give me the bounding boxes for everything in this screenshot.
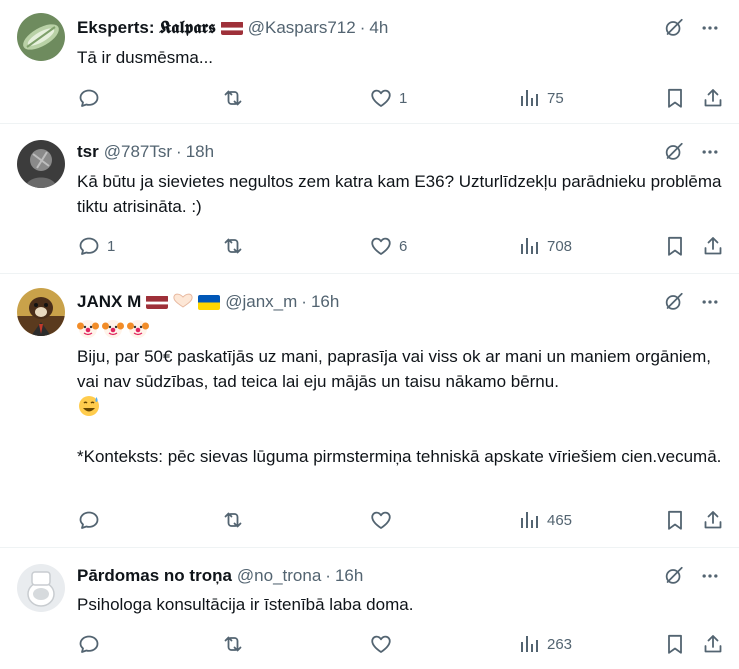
share-button[interactable] xyxy=(701,86,725,110)
tweet[interactable]: Pārdomas no troņa @no_trona · 16h Psihol… xyxy=(0,548,739,669)
bookmark-button[interactable] xyxy=(663,508,687,532)
tweet-header: Eksperts: 𝕶𝖆𝖑𝖕𝖆𝖗𝖘 @Kaspars712 · 4h xyxy=(77,16,388,40)
reply-button[interactable] xyxy=(77,632,107,656)
more-icon[interactable] xyxy=(697,563,723,589)
like-button[interactable]: 6 xyxy=(369,234,407,258)
view-count: 263 xyxy=(547,635,573,653)
display-name[interactable]: tsr xyxy=(77,142,99,162)
tweet-header: tsr @787Tsr · 18h xyxy=(77,140,214,164)
bookmark-button[interactable] xyxy=(663,86,687,110)
like-button[interactable] xyxy=(369,508,399,532)
sweat-smile-emoji-icon xyxy=(77,394,727,420)
tweet-header: Pārdomas no troņa @no_trona · 16h xyxy=(77,564,363,588)
tweet-text: Kā būtu ja sievietes negultos zem katra … xyxy=(77,172,722,216)
avatar[interactable] xyxy=(17,288,65,336)
grok-icon[interactable] xyxy=(661,563,687,589)
avatar[interactable] xyxy=(17,140,65,188)
clown-emoji-row xyxy=(77,317,727,339)
like-button[interactable] xyxy=(369,632,399,656)
handle[interactable]: @Kaspars712 xyxy=(248,18,356,38)
handle[interactable]: @no_trona xyxy=(237,566,321,586)
bookmark-button[interactable] xyxy=(663,234,687,258)
views-button[interactable]: 75 xyxy=(517,86,564,110)
clown-emoji-icon xyxy=(102,320,124,338)
view-count: 465 xyxy=(547,511,573,529)
separator-dot: · xyxy=(176,142,182,161)
heart-hands-icon xyxy=(172,292,194,313)
tweet-text: Psihologa konsultācija ir īstenībā laba … xyxy=(77,595,414,614)
bookmark-button[interactable] xyxy=(663,632,687,656)
handle[interactable]: @janx_m xyxy=(225,292,297,312)
more-icon[interactable] xyxy=(697,15,723,41)
more-icon[interactable] xyxy=(697,289,723,315)
share-button[interactable] xyxy=(701,632,725,656)
views-button[interactable]: 263 xyxy=(517,632,572,656)
tweet-paragraph: *Konteksts: pēc sievas lūguma pirmstermi… xyxy=(77,447,722,466)
retweet-button[interactable] xyxy=(221,632,251,656)
separator-dot: · xyxy=(325,566,331,585)
grok-icon[interactable] xyxy=(661,15,687,41)
display-name[interactable]: Eksperts: 𝕶𝖆𝖑𝖕𝖆𝖗𝖘 xyxy=(77,18,216,38)
tweet-text: Biju, par 50€ paskatījās uz mani, papras… xyxy=(77,317,727,469)
latvia-flag-icon xyxy=(146,295,169,309)
tweet-feed: Eksperts: 𝕶𝖆𝖑𝖕𝖆𝖗𝖘 @Kaspars712 · 4h Tā ir… xyxy=(0,0,739,669)
tweet-header: JANX M @janx_m · 16h xyxy=(77,290,339,314)
timestamp[interactable]: 4h xyxy=(369,18,388,38)
avatar[interactable] xyxy=(17,13,65,61)
clown-emoji-icon xyxy=(77,320,99,338)
view-count: 708 xyxy=(547,237,573,255)
like-count: 6 xyxy=(399,237,408,255)
reply-count: 1 xyxy=(107,237,116,255)
timestamp[interactable]: 16h xyxy=(311,292,339,312)
tweet-text: Tā ir dusmēsma... xyxy=(77,48,214,67)
tweet[interactable]: JANX M @janx_m · 16h Biju, par 50€ paska… xyxy=(0,274,739,548)
more-icon[interactable] xyxy=(697,139,723,165)
separator-dot: · xyxy=(359,18,366,37)
grok-icon[interactable] xyxy=(661,289,687,315)
latvia-flag-icon xyxy=(220,21,243,35)
like-count: 1 xyxy=(399,89,408,107)
retweet-button[interactable] xyxy=(221,234,251,258)
handle[interactable]: @787Tsr xyxy=(104,142,172,162)
tweet-paragraph: Biju, par 50€ paskatījās uz mani, papras… xyxy=(77,347,712,391)
display-name[interactable]: Pārdomas no troņa xyxy=(77,566,232,586)
tweet[interactable]: tsr @787Tsr · 18h Kā būtu ja sievietes n… xyxy=(0,124,739,274)
grok-icon[interactable] xyxy=(661,139,687,165)
timestamp[interactable]: 18h xyxy=(186,142,214,162)
views-button[interactable]: 465 xyxy=(517,508,572,532)
avatar[interactable] xyxy=(17,564,65,612)
like-button[interactable]: 1 xyxy=(369,86,407,110)
action-bar: 263 xyxy=(77,632,727,656)
action-bar: 1 6 708 xyxy=(77,234,727,258)
retweet-button[interactable] xyxy=(221,86,251,110)
share-button[interactable] xyxy=(701,508,725,532)
clown-emoji-icon xyxy=(127,320,149,338)
display-name[interactable]: JANX M xyxy=(77,292,141,312)
action-bar: 465 xyxy=(77,508,727,532)
ukraine-flag-icon xyxy=(198,294,221,310)
retweet-button[interactable] xyxy=(221,508,251,532)
reply-button[interactable]: 1 xyxy=(77,234,115,258)
tweet[interactable]: Eksperts: 𝕶𝖆𝖑𝖕𝖆𝖗𝖘 @Kaspars712 · 4h Tā ir… xyxy=(0,0,739,124)
views-button[interactable]: 708 xyxy=(517,234,572,258)
timestamp[interactable]: 16h xyxy=(335,566,363,586)
action-bar: 1 75 xyxy=(77,86,727,110)
share-button[interactable] xyxy=(701,234,725,258)
reply-button[interactable] xyxy=(77,86,107,110)
reply-button[interactable] xyxy=(77,508,107,532)
view-count: 75 xyxy=(547,89,564,107)
separator-dot: · xyxy=(301,292,307,311)
